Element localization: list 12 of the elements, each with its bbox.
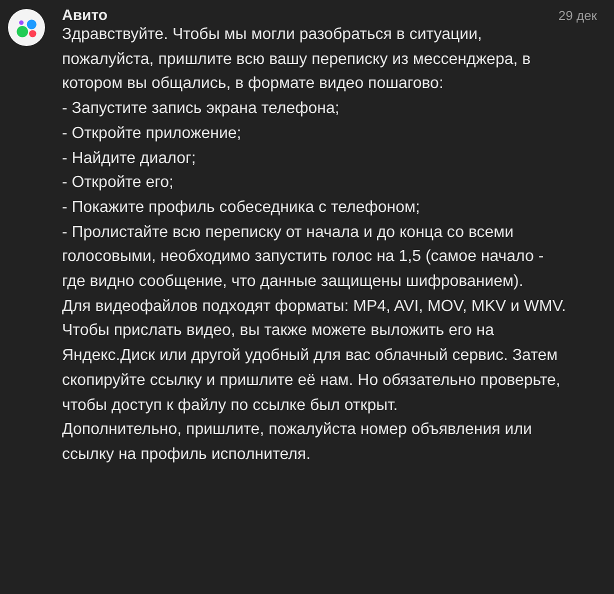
avatar-icon: [8, 9, 45, 46]
message-text: Дополнительно, пришлите, пожалуйста номер объявления или ссылку на профиль исполнителя.: [62, 420, 533, 465]
message-text: Здравствуйте. Чтобы мы могли разобраться в ситуации, пожалуйста, пришлите всю вашу переписку из мессенджера, в котором вы общались, в формате видео пошагово:: [62, 25, 532, 94]
message-text: - Запустите запись экрана телефона;: [62, 99, 340, 120]
message-text: Для видеофайлов подходят форматы: MP4, AVI, MOV, MKV и WMV. Чтобы прислать видео, вы также можете выложить его на Яндекс.Диск или другой удобный для вас облачный сервис. Затем скопируйте ссылку и пришлите её нам. Но обязательно проверьте, чтобы доступ к файлу по ссылке был открыт.: [62, 296, 567, 416]
message-text: - Найдите диалог;: [62, 148, 197, 169]
message-text: - Откройте его;: [62, 173, 174, 194]
sender-name: Авито: [62, 7, 108, 24]
message-text: - Пролистайте всю переписку от начала и до конца со всеми голосовыми, необходимо запустить голос на 1,5 (самое начало - где видно сообщение, что данные защищены шифрованием).: [62, 222, 545, 292]
message-date: 29 дек: [558, 8, 597, 23]
message-text: - Откройте приложение;: [62, 124, 242, 144]
message-text: - Покажите профиль собеседника с телефоном;: [62, 198, 421, 218]
